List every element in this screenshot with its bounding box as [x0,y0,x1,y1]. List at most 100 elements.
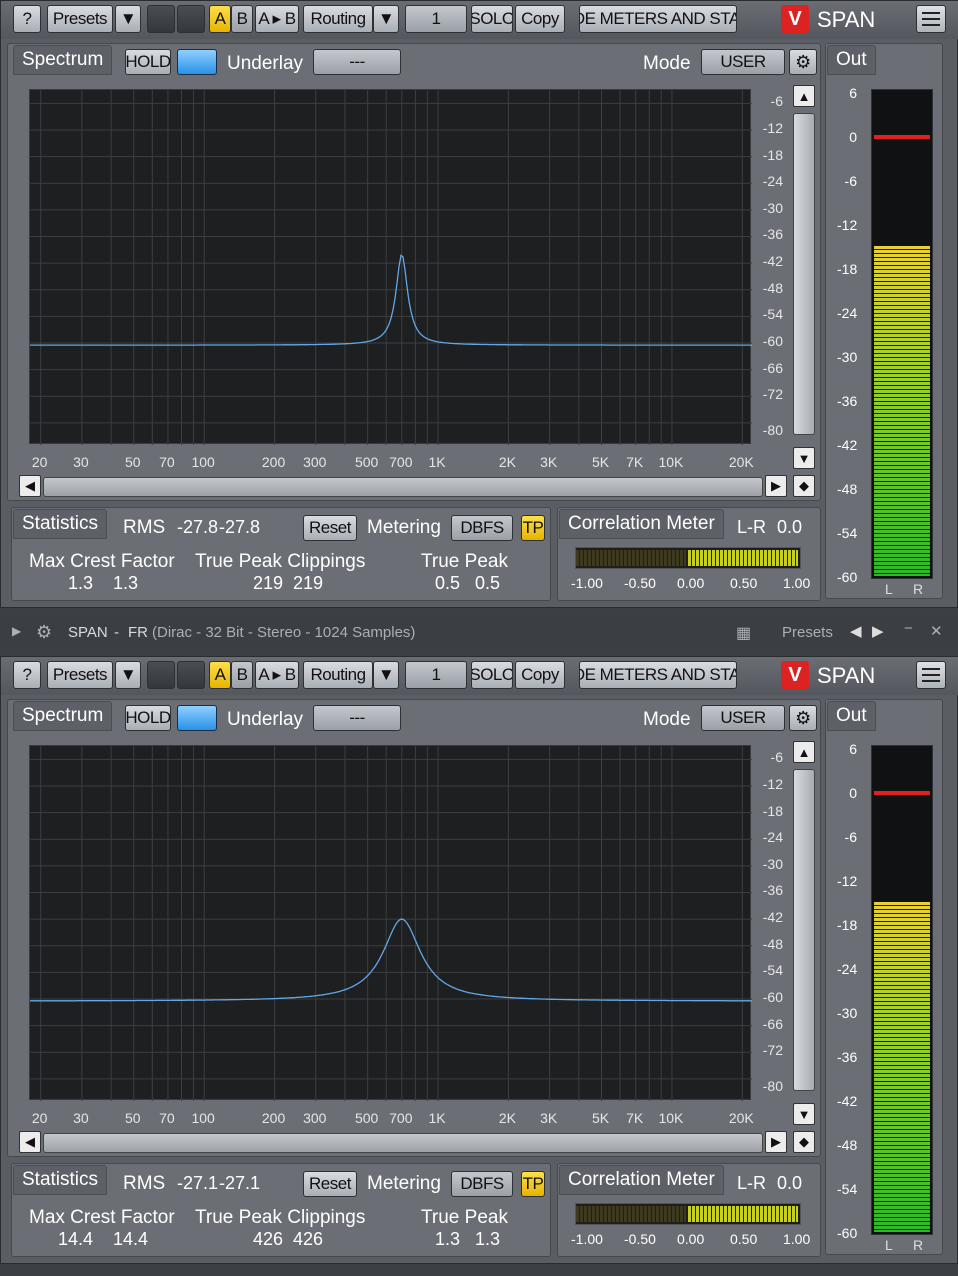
y-tick-label: -12 [762,775,783,792]
lr-label: L-R [737,1173,767,1193]
dbfs-selector[interactable]: DBFS [451,1171,513,1197]
y-tick-label: -18 [762,146,783,163]
presets-dropdown-icon[interactable]: ▼ [115,661,141,689]
x-tick-label: 100 [191,1110,215,1126]
out-scale-label: -24 [837,961,858,977]
statistics-tab: Statistics [13,1165,108,1195]
x-tick-label: 200 [261,1110,286,1126]
out-label: Out [827,45,876,75]
channel-selector[interactable]: 1 [405,5,467,33]
menu-button[interactable] [916,661,946,689]
spectrum-graph[interactable] [29,745,752,1101]
settings-gear-icon[interactable]: ⚙ [789,705,817,731]
hide-meters-button[interactable]: HIDE METERS AND STATS [579,5,737,33]
out-scale-label: -54 [837,1181,858,1197]
mode-selector[interactable]: USER [701,705,785,731]
y-tick-label: -60 [762,332,783,349]
a-button[interactable]: A [209,661,231,689]
dbfs-selector[interactable]: DBFS [451,515,513,541]
underlay-selector[interactable]: --- [313,705,401,731]
gear-icon[interactable]: ⚙ [36,622,52,643]
x-tick-label: 20K [728,454,754,470]
x-tick-label: 700 [389,454,413,470]
toggle-button[interactable] [177,705,217,731]
help-button[interactable]: ? [13,5,41,33]
a-to-b-button[interactable]: A ▸ B [255,5,299,33]
scroll-left-icon[interactable]: ◀ [19,475,41,497]
output-level-meter [871,745,933,1235]
out-scale-label: -30 [837,1005,858,1021]
expand-arrow-icon[interactable]: ▶ [12,624,21,638]
presets-button[interactable]: Presets [47,5,113,33]
next-preset-icon[interactable]: ▶ [872,622,884,640]
correlation-tab: Correlation Meter [559,1165,724,1195]
out-scale-label: 0 [849,785,857,801]
scroll-left-icon[interactable]: ◀ [19,1131,41,1153]
scroll-up-icon[interactable]: ▲ [793,85,815,107]
scroll-down-icon[interactable]: ▼ [793,447,815,469]
redo-button[interactable] [177,5,205,33]
zoom-diamond-icon[interactable]: ◆ [793,1131,815,1153]
x-tick-label: 2K [498,1110,516,1126]
a-button[interactable]: A [209,5,231,33]
true-peak-toggle[interactable]: TP [521,1171,545,1197]
clip-left-value: 426 [253,1229,284,1249]
a-to-b-button[interactable]: A ▸ B [255,661,299,689]
y-tick-label: -30 [762,199,783,216]
solo-button[interactable]: SOLO [471,661,513,689]
presets-button[interactable]: Presets [47,661,113,689]
routing-dropdown-icon[interactable]: ▼ [373,5,399,33]
presets-dropdown-icon[interactable]: ▼ [115,5,141,33]
toggle-button[interactable] [177,49,217,75]
copy-button[interactable]: Copy [515,5,565,33]
underlay-label: Underlay [227,53,304,74]
undo-button[interactable] [147,661,175,689]
peak-left-value: 1.3 [435,1229,461,1249]
peak-hold-line [874,790,930,795]
close-icon[interactable]: ✕ [930,622,943,640]
x-tick-label: 500 [354,454,379,470]
zoom-diamond-icon[interactable]: ◆ [793,475,815,497]
mode-selector[interactable]: USER [701,49,785,75]
help-button[interactable]: ? [13,661,41,689]
menu-button[interactable] [916,5,946,33]
spectrum-tab[interactable]: Spectrum [13,701,113,731]
minimize-icon[interactable]: − [904,620,913,637]
hide-meters-button[interactable]: HIDE METERS AND STATS [579,661,737,689]
spectrum-tab[interactable]: Spectrum [13,45,113,75]
horizontal-range-slider[interactable] [43,477,763,497]
b-button[interactable]: B [231,661,253,689]
scroll-up-icon[interactable]: ▲ [793,741,815,763]
redo-button[interactable] [177,661,205,689]
y-tick-label: -6 [770,749,783,766]
scroll-down-icon[interactable]: ▼ [793,1103,815,1125]
routing-dropdown-icon[interactable]: ▼ [373,661,399,689]
settings-gear-icon[interactable]: ⚙ [789,49,817,75]
grid-icon[interactable]: ▦ [736,623,751,643]
out-scale-label: -60 [837,569,858,585]
scroll-right-icon[interactable]: ▶ [765,1131,787,1153]
reset-button[interactable]: Reset [303,515,357,541]
scroll-right-icon[interactable]: ▶ [765,475,787,497]
spectrum-graph[interactable] [29,89,752,445]
channel-selector[interactable]: 1 [405,661,467,689]
prev-preset-icon[interactable]: ◀ [850,622,862,640]
b-button[interactable]: B [231,5,253,33]
underlay-selector[interactable]: --- [313,49,401,75]
routing-button[interactable]: Routing [303,5,373,33]
host-presets[interactable]: Presets [782,624,833,641]
y-tick-label: -36 [762,882,783,899]
vertical-range-slider[interactable] [793,769,815,1091]
vertical-range-slider[interactable] [793,113,815,435]
x-tick-label: 200 [261,454,286,470]
hold-button[interactable]: HOLD [125,49,171,75]
y-tick-label: -60 [762,988,783,1005]
solo-button[interactable]: SOLO [471,5,513,33]
routing-button[interactable]: Routing [303,661,373,689]
true-peak-toggle[interactable]: TP [521,515,545,541]
copy-button[interactable]: Copy [515,661,565,689]
horizontal-range-slider[interactable] [43,1133,763,1153]
undo-button[interactable] [147,5,175,33]
reset-button[interactable]: Reset [303,1171,357,1197]
hold-button[interactable]: HOLD [125,705,171,731]
